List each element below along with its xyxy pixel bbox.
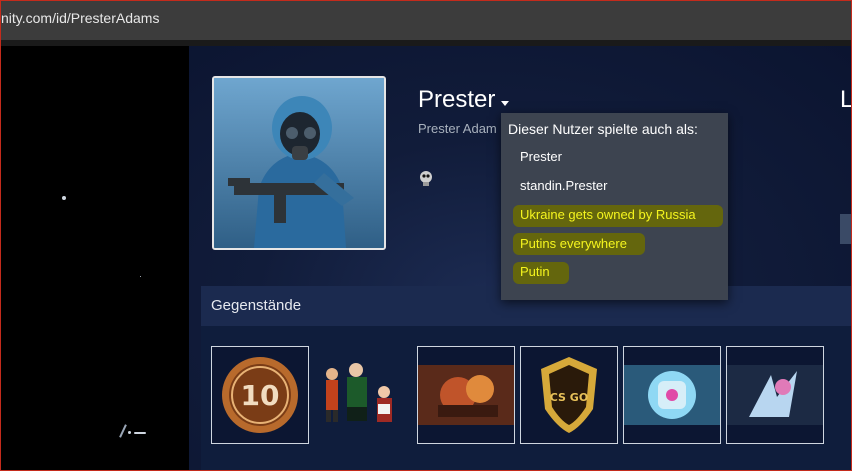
aliases-menu-heading: Dieser Nutzer spielte auch als:	[508, 121, 698, 137]
address-bar[interactable]: nity.com/id/PresterAdams	[0, 0, 852, 41]
persona-name[interactable]: Prester	[418, 86, 495, 114]
item-tile[interactable]	[726, 346, 824, 444]
alias-item[interactable]: Putins everywhere	[520, 236, 627, 251]
cartoon-characters-icon	[326, 363, 392, 422]
coin-text: 10	[241, 379, 280, 412]
star-icon	[134, 432, 146, 434]
glowing-cube-icon	[624, 365, 720, 425]
star-icon	[128, 431, 131, 434]
chevron-down-icon[interactable]	[501, 101, 509, 106]
item-tile[interactable]: CS GO	[520, 346, 618, 444]
figure-icon	[119, 424, 127, 438]
level-label: L	[840, 86, 852, 113]
item-tile[interactable]: 10	[211, 346, 309, 444]
star-icon	[140, 276, 141, 277]
csgo-10-year-coin-icon: 10	[222, 357, 298, 433]
alias-item[interactable]: Putin	[520, 264, 550, 279]
dota-hero-artwork-icon	[418, 365, 514, 425]
background-left-panel	[0, 46, 189, 471]
badge-text: CS GO	[550, 391, 588, 404]
items-section-title: Gegenstände	[211, 297, 302, 314]
real-name: Prester Adam	[418, 121, 497, 136]
item-tile[interactable]	[623, 346, 721, 444]
avatar[interactable]	[212, 76, 386, 250]
csgo-gold-badge-icon: CS GO	[541, 357, 597, 433]
side-button[interactable]	[840, 214, 852, 244]
alias-item[interactable]: standin.Prester	[520, 178, 607, 193]
soldier-avatar-icon	[214, 78, 384, 248]
skull-badge-icon[interactable]	[418, 170, 434, 188]
url-text: nity.com/id/PresterAdams	[1, 10, 160, 26]
star-icon	[62, 196, 66, 200]
alias-item[interactable]: Ukraine gets owned by Russia	[520, 207, 696, 222]
item-tile[interactable]	[417, 346, 515, 444]
dota-ice-hero-artwork-icon	[727, 365, 823, 425]
alias-item[interactable]: Prester	[520, 149, 562, 164]
item-tile[interactable]	[314, 346, 410, 442]
